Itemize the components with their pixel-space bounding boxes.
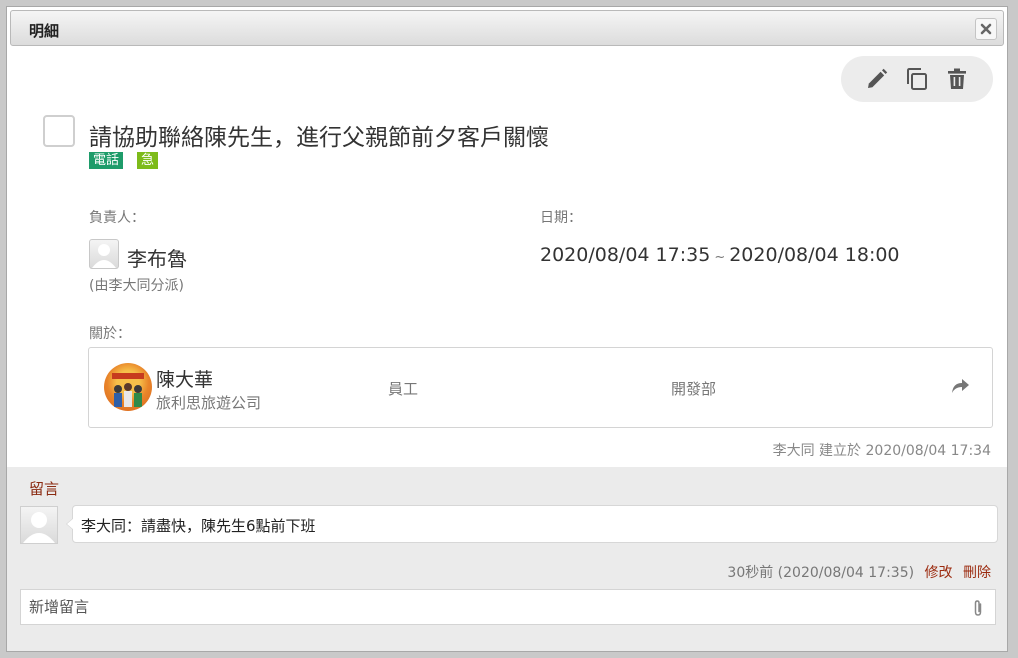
new-comment-input[interactable] — [21, 590, 967, 624]
comment-text: 李大同：請盡快，陳先生6點前下班 — [81, 517, 316, 535]
new-comment-box — [20, 589, 996, 625]
comments-heading: 留言 — [29, 480, 60, 498]
date-end: 2020/08/04 18:00 — [729, 244, 900, 266]
open-contact-button[interactable] — [950, 376, 970, 396]
dialog-title: 明細 — [29, 22, 60, 40]
related-contact-card[interactable]: 陳大華 旅利思旅遊公司 員工 開發部 — [88, 347, 993, 428]
close-icon — [980, 23, 992, 35]
task-complete-checkbox[interactable] — [43, 115, 75, 147]
contact-avatar — [104, 363, 152, 411]
comment-meta: 30秒前 (2020/08/04 17:35) 修改 刪除 — [727, 562, 991, 582]
close-button[interactable] — [975, 18, 997, 40]
delete-button[interactable] — [945, 67, 969, 91]
tag-urgent: 急 — [137, 152, 159, 169]
trash-icon — [948, 68, 966, 89]
related-label: 關於： — [89, 326, 131, 342]
owner-label: 負責人： — [89, 210, 145, 226]
pencil-icon — [868, 68, 888, 88]
contact-role: 員工 — [388, 380, 419, 398]
owner-name: 李布魯 — [127, 247, 187, 271]
owner-avatar — [89, 239, 119, 269]
task-title: 請協助聯絡陳先生，進行父親節前夕客戶關懷 — [89, 125, 549, 151]
date-label: 日期： — [540, 210, 582, 226]
comment-timestamp: 30秒前 (2020/08/04 17:35) — [727, 565, 915, 581]
date-start: 2020/08/04 17:35 — [540, 244, 711, 266]
user-placeholder-icon — [92, 244, 116, 268]
tag-phone: 電話 — [89, 152, 124, 169]
attach-button[interactable] — [971, 599, 985, 617]
edit-button[interactable] — [865, 67, 889, 91]
paperclip-icon — [974, 600, 982, 616]
contact-company: 旅利思旅遊公司 — [156, 394, 262, 412]
share-arrow-icon — [952, 379, 969, 393]
comment-author-avatar — [20, 506, 58, 544]
contact-photo — [112, 373, 144, 407]
detail-dialog: 明細 請協助聯絡陳先生，進行父親節前夕客戶關懷 電話 急 負責人： 李布魯 (由… — [6, 6, 1008, 652]
copy-icon — [907, 68, 927, 90]
created-info: 李大同 建立於 2020/08/04 17:34 — [772, 443, 991, 459]
date-separator: ~ — [714, 250, 726, 265]
delete-comment-link[interactable]: 刪除 — [963, 565, 991, 581]
copy-button[interactable] — [905, 67, 929, 91]
comment-bubble: 李大同：請盡快，陳先生6點前下班 — [66, 505, 998, 543]
contact-name[interactable]: 陳大華 — [156, 365, 213, 392]
dialog-titlebar: 明細 — [10, 10, 1004, 46]
comments-section: 留言 李大同：請盡快，陳先生6點前下班 30秒前 (2020/08/04 17:… — [7, 467, 1007, 651]
edit-comment-link[interactable]: 修改 — [925, 565, 953, 581]
task-actions — [841, 56, 993, 102]
date-range: 2020/08/04 17:35 ~2020/08/04 18:00 — [540, 244, 900, 266]
assigned-by: (由李大同分派) — [89, 278, 184, 294]
contact-department: 開發部 — [671, 380, 717, 398]
user-placeholder-icon — [23, 512, 55, 543]
